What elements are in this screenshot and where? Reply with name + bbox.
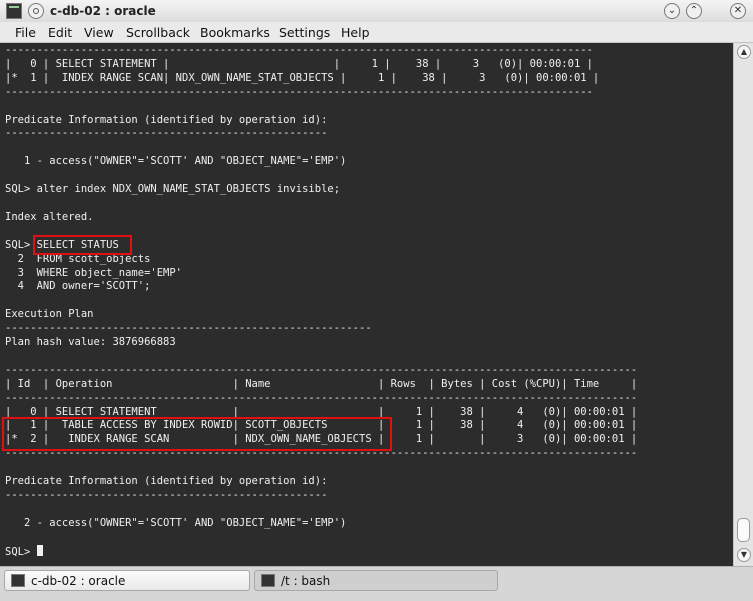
terminal-line: | 0 | SELECT STATEMENT | | 1 | 38 | 3 (0… bbox=[5, 57, 593, 70]
terminal-line: Execution Plan bbox=[5, 308, 94, 321]
terminal-line: ----------------------------------------… bbox=[5, 44, 593, 56]
terminal-line: 4 AND owner='SCOTT'; bbox=[5, 280, 151, 293]
maximize-icon[interactable]: ⌃ bbox=[686, 3, 702, 19]
vertical-scrollbar[interactable]: ▲ ▼ bbox=[733, 43, 753, 566]
session-tab-label: c-db-02 : oracle bbox=[31, 574, 126, 588]
terminal-line: Plan hash value: 3876966883 bbox=[5, 336, 176, 349]
terminal-icon bbox=[11, 574, 25, 587]
select-status-highlight bbox=[33, 235, 132, 255]
menu-scrollback[interactable]: Scrollback bbox=[126, 25, 190, 40]
terminal-line: | Id | Operation | Name | Rows | Bytes |… bbox=[5, 377, 638, 390]
terminal-line: Predicate Information (identified by ope… bbox=[5, 475, 328, 488]
terminal-line: | 0 | SELECT STATEMENT | | 1 | 38 | 4 (0… bbox=[5, 405, 638, 418]
terminal-icon bbox=[261, 574, 275, 587]
menu-view[interactable]: View bbox=[84, 25, 114, 40]
window-title: c-db-02 : oracle bbox=[50, 4, 156, 18]
menu-bar: File Edit View Scrollback Bookmarks Sett… bbox=[0, 22, 753, 43]
terminal-line: SQL> alter index NDX_OWN_NAME_STAT_OBJEC… bbox=[5, 183, 341, 196]
terminal-line: ----------------------------------------… bbox=[5, 85, 593, 98]
session-tab-bar: c-db-02 : oracle /t : bash bbox=[0, 566, 753, 601]
menu-settings[interactable]: Settings bbox=[279, 25, 330, 40]
plan-rows-highlight bbox=[2, 417, 392, 451]
terminal-line: 2 - access("OWNER"='SCOTT' AND "OBJECT_N… bbox=[5, 516, 347, 529]
session-tab-label: /t : bash bbox=[281, 574, 331, 588]
terminal-icon bbox=[6, 3, 22, 19]
terminal-line: Predicate Information (identified by ope… bbox=[5, 113, 328, 126]
terminal-line: 3 WHERE object_name='EMP' bbox=[5, 266, 183, 279]
terminal-cursor bbox=[36, 544, 43, 556]
terminal-line: |* 1 | INDEX RANGE SCAN| NDX_OWN_NAME_ST… bbox=[5, 71, 600, 84]
close-icon[interactable]: ✕ bbox=[730, 3, 746, 19]
terminal-line: ----------------------------------------… bbox=[5, 489, 328, 501]
window-titlebar[interactable]: c-db-02 : oracle ⌄ ⌃ ✕ bbox=[0, 0, 753, 23]
window-menu-icon[interactable] bbox=[28, 3, 44, 19]
terminal-line: 1 - access("OWNER"='SCOTT' AND "OBJECT_N… bbox=[5, 155, 347, 168]
menu-edit[interactable]: Edit bbox=[48, 25, 72, 40]
terminal-line: ----------------------------------------… bbox=[5, 322, 372, 335]
terminal-output[interactable]: ----------------------------------------… bbox=[0, 43, 733, 566]
menu-bookmarks[interactable]: Bookmarks bbox=[200, 25, 270, 40]
terminal-text: ----------------------------------------… bbox=[5, 44, 637, 560]
session-tab-oracle[interactable]: c-db-02 : oracle bbox=[4, 570, 250, 591]
menu-file[interactable]: File bbox=[15, 25, 36, 40]
menu-help[interactable]: Help bbox=[341, 25, 370, 40]
terminal-line: ----------------------------------------… bbox=[5, 363, 638, 376]
terminal-line: ----------------------------------------… bbox=[5, 127, 328, 140]
minimize-icon[interactable]: ⌄ bbox=[664, 3, 680, 19]
terminal-line: ----------------------------------------… bbox=[5, 391, 638, 404]
session-tab-bash[interactable]: /t : bash bbox=[254, 570, 498, 591]
terminal-line: Index altered. bbox=[5, 210, 94, 223]
terminal-line: SQL> bbox=[5, 545, 37, 558]
scroll-thumb[interactable] bbox=[737, 518, 750, 542]
scroll-up-icon[interactable]: ▲ bbox=[737, 45, 751, 59]
scroll-down-icon[interactable]: ▼ bbox=[737, 548, 751, 562]
